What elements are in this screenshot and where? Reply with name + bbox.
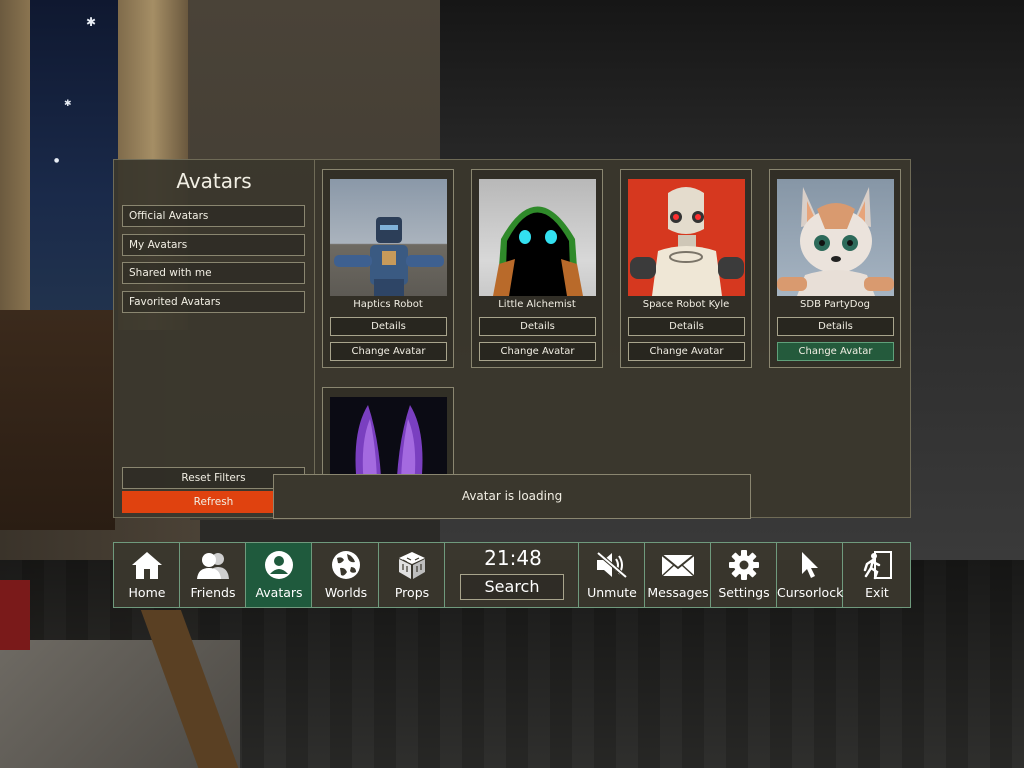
menu-label: Unmute — [587, 585, 637, 600]
avatar-name: Little Alchemist — [498, 299, 576, 310]
menu-friends-button[interactable]: Friends — [180, 543, 246, 607]
home-icon — [132, 552, 162, 579]
filter-shared-with-me[interactable]: Shared with me — [122, 262, 305, 284]
avatar-name: SDB PartyDog — [800, 299, 870, 310]
menu-unmute-button[interactable]: Unmute — [579, 543, 645, 607]
avatar-card: Haptics Robot Details Change Avatar — [322, 169, 454, 368]
scene-object — [0, 580, 30, 650]
menu-label: Friends — [190, 585, 236, 600]
avatar-icon — [265, 551, 293, 579]
globe-icon — [332, 551, 360, 579]
menu-messages-button[interactable]: Messages — [645, 543, 711, 607]
clock-search-area: 21:48 Search — [447, 543, 579, 607]
avatar-card: Little Alchemist Details Change Avatar — [471, 169, 603, 368]
menu-settings-button[interactable]: Settings — [711, 543, 777, 607]
muted-speaker-icon — [596, 551, 628, 579]
menu-label: Avatars — [255, 585, 303, 600]
panel-title: Avatars — [176, 169, 252, 193]
details-button[interactable]: Details — [628, 317, 745, 336]
menu-props-button[interactable]: Props — [379, 543, 445, 607]
change-avatar-button[interactable]: Change Avatar — [479, 342, 596, 361]
clock-display: 21:48 — [484, 546, 542, 570]
menu-home-button[interactable]: Home — [114, 543, 180, 607]
avatar-card: SDB PartyDog Details Change Avatar — [769, 169, 901, 368]
robot-figure-icon — [334, 217, 444, 296]
loading-dialog: Avatar is loading — [273, 474, 751, 519]
cube-icon — [399, 552, 425, 579]
fox-figure-icon — [777, 187, 894, 296]
change-avatar-button[interactable]: Change Avatar — [330, 342, 447, 361]
menu-exit-button[interactable]: Exit — [844, 543, 910, 607]
menu-label: Settings — [718, 585, 770, 600]
scene-ceiling — [440, 0, 1024, 150]
scene-shelf — [0, 310, 115, 530]
menu-cursorlock-button[interactable]: Cursorlock — [777, 543, 843, 607]
menu-avatars-button[interactable]: Avatars — [246, 543, 312, 607]
hooded-figure-icon — [493, 206, 583, 296]
avatar-thumbnail[interactable] — [330, 179, 447, 296]
avatar-thumbnail[interactable] — [777, 179, 894, 296]
avatar-thumbnail[interactable] — [479, 179, 596, 296]
scene-curtain — [0, 0, 30, 320]
exit-icon — [863, 551, 892, 580]
search-button[interactable]: Search — [460, 574, 564, 600]
avatar-name: Haptics Robot — [353, 299, 423, 310]
friends-icon — [197, 553, 229, 579]
menu-label: Messages — [647, 585, 709, 600]
details-button[interactable]: Details — [479, 317, 596, 336]
menu-label: Cursorlock — [777, 585, 844, 600]
envelope-icon — [661, 554, 695, 577]
avatar-grid: Haptics Robot Details Change Avatar Litt… — [322, 169, 908, 514]
robot-figure-icon — [630, 187, 744, 296]
star-icon: ✱ — [64, 99, 72, 109]
filter-my-avatars[interactable]: My Avatars — [122, 234, 305, 256]
change-avatar-button[interactable]: Change Avatar — [777, 342, 894, 361]
menu-label: Worlds — [324, 585, 368, 600]
menu-label: Props — [394, 585, 430, 600]
filter-sidebar: Avatars Official Avatars My Avatars Shar… — [114, 160, 315, 517]
star-icon: ● — [54, 157, 60, 164]
filter-favorited-avatars[interactable]: Favorited Avatars — [122, 291, 305, 313]
change-avatar-button[interactable]: Change Avatar — [628, 342, 745, 361]
menu-label: Exit — [865, 585, 889, 600]
main-menu-bar: Home Friends Avatars Worlds Props 21:48 … — [113, 542, 911, 608]
avatar-thumbnail[interactable] — [628, 179, 745, 296]
avatars-panel: Avatars Official Avatars My Avatars Shar… — [113, 159, 911, 518]
filter-official-avatars[interactable]: Official Avatars — [122, 205, 305, 227]
avatar-name: Space Robot Kyle — [642, 299, 730, 310]
star-icon: ✱ — [86, 15, 97, 29]
gear-icon — [729, 550, 759, 580]
avatar-card: Space Robot Kyle Details Change Avatar — [620, 169, 752, 368]
cursor-icon — [802, 552, 818, 578]
details-button[interactable]: Details — [777, 317, 894, 336]
details-button[interactable]: Details — [330, 317, 447, 336]
menu-worlds-button[interactable]: Worlds — [313, 543, 379, 607]
menu-label: Home — [128, 585, 166, 600]
